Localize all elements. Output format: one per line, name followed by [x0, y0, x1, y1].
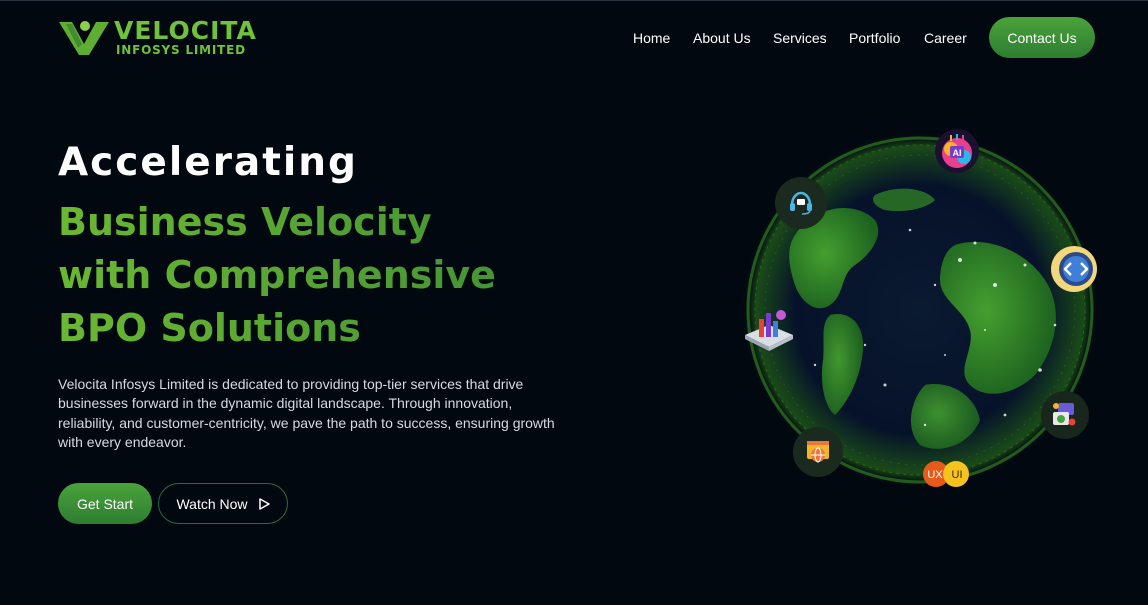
svg-text:AI: AI	[953, 148, 962, 158]
watch-now-label: Watch Now	[176, 495, 248, 512]
code-icon	[1051, 246, 1097, 292]
hero-heading-green: Business Velocity with Comprehensive BPO…	[58, 196, 658, 355]
hero-heading-line2: Business Velocity	[58, 200, 432, 244]
brand-tagline: INFOSYS LIMITED	[116, 43, 246, 57]
nav-services[interactable]: Services	[773, 29, 827, 47]
get-start-button[interactable]: Get Start	[58, 483, 152, 524]
web-settings-icon	[1041, 391, 1089, 439]
velocita-logo-icon	[59, 21, 109, 55]
analytics-chart-icon	[741, 305, 797, 353]
nav-portfolio[interactable]: Portfolio	[849, 29, 900, 47]
hero-heading-line4: BPO Solutions	[58, 306, 361, 350]
nav-home[interactable]: Home	[633, 29, 670, 47]
nav-career[interactable]: Career	[924, 29, 967, 47]
nav-about-us[interactable]: About Us	[693, 29, 751, 47]
top-border	[0, 0, 1148, 1]
ux-ui-icon: UX UI	[920, 458, 972, 490]
svg-text:UX: UX	[927, 469, 943, 481]
brand-logo[interactable]: VELOCITA INFOSYS LIMITED	[58, 18, 278, 58]
headset-support-icon	[775, 177, 827, 229]
hero-heading-line3: with Comprehensive	[58, 253, 496, 297]
ai-brain-icon: AI	[935, 129, 979, 173]
globe-illustration: AI UX UI	[735, 125, 1110, 500]
svg-text:UI: UI	[952, 469, 963, 481]
brand-name: VELOCITA	[114, 16, 257, 45]
hero-heading-line1: Accelerating	[58, 140, 358, 185]
play-icon	[258, 497, 270, 510]
hero-description: Velocita Infosys Limited is dedicated to…	[58, 376, 555, 450]
contact-us-button[interactable]: Contact Us	[989, 17, 1095, 58]
web-globe-icon	[793, 427, 843, 477]
watch-now-button[interactable]: Watch Now	[158, 483, 288, 524]
